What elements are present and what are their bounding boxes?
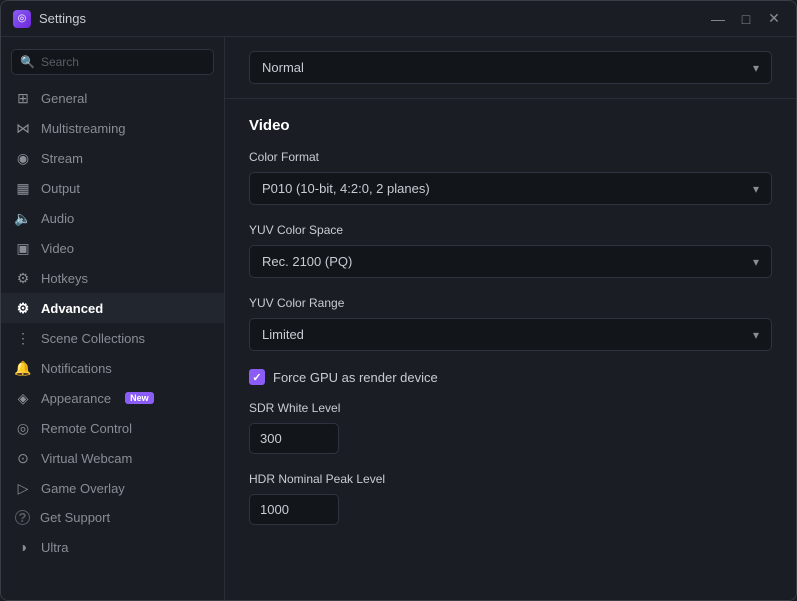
appearance-badge: New (125, 392, 154, 404)
section-title: Video (249, 117, 772, 134)
yuv-color-range-chevron: ▾ (753, 328, 759, 342)
window-controls: — □ ✕ (708, 9, 784, 29)
hotkeys-icon: ⚙ (15, 270, 31, 286)
sidebar-item-game-overlay[interactable]: ▷ Game Overlay (1, 473, 224, 503)
sidebar-item-ultra[interactable]: ◑ Ultra (1, 532, 224, 562)
titlebar: ◎ Settings — □ ✕ (1, 1, 796, 37)
video-section: Video Color Format P010 (10-bit, 4:2:0, … (225, 99, 796, 561)
close-button[interactable]: ✕ (764, 9, 784, 29)
sdr-white-level-group: SDR White Level (249, 401, 772, 454)
force-gpu-label: Force GPU as render device (273, 370, 438, 385)
virtual-webcam-icon: ⊙ (15, 450, 31, 466)
yuv-color-space-value: Rec. 2100 (PQ) (262, 254, 352, 269)
color-format-chevron: ▾ (753, 182, 759, 196)
yuv-color-space-dropdown[interactable]: Rec. 2100 (PQ) ▾ (249, 245, 772, 278)
color-format-dropdown[interactable]: P010 (10-bit, 4:2:0, 2 planes) ▾ (249, 172, 772, 205)
sidebar-item-stream[interactable]: ◉ Stream (1, 143, 224, 173)
hdr-nominal-peak-input[interactable] (249, 494, 339, 525)
color-format-group: Color Format P010 (10-bit, 4:2:0, 2 plan… (249, 150, 772, 205)
yuv-color-space-chevron: ▾ (753, 255, 759, 269)
general-icon: ⊞ (15, 90, 31, 106)
advanced-icon: ⚙ (15, 300, 31, 316)
force-gpu-row: ✓ Force GPU as render device (249, 369, 772, 385)
sidebar-label-stream: Stream (41, 151, 83, 166)
sidebar-item-remote-control[interactable]: ◎ Remote Control (1, 413, 224, 443)
yuv-color-space-group: YUV Color Space Rec. 2100 (PQ) ▾ (249, 223, 772, 278)
sidebar-item-hotkeys[interactable]: ⚙ Hotkeys (1, 263, 224, 293)
sdr-white-level-label: SDR White Level (249, 401, 772, 415)
sidebar-label-multistreaming: Multistreaming (41, 121, 126, 136)
color-format-label: Color Format (249, 150, 772, 164)
sidebar-label-notifications: Notifications (41, 361, 112, 376)
sdr-white-level-input[interactable] (249, 423, 339, 454)
checkbox-check-icon: ✓ (252, 371, 261, 384)
sidebar-label-appearance: Appearance (41, 391, 111, 406)
audio-icon: 🔈 (15, 210, 31, 226)
top-dropdown-row: Normal ▾ (225, 37, 796, 99)
sidebar-label-game-overlay: Game Overlay (41, 481, 125, 496)
sidebar-label-ultra: Ultra (41, 540, 68, 555)
window-title: Settings (39, 11, 86, 26)
multistreaming-icon: ⋈ (15, 120, 31, 136)
sidebar-label-remote-control: Remote Control (41, 421, 132, 436)
sidebar-item-get-support[interactable]: ? Get Support (1, 503, 224, 532)
app-icon: ◎ (13, 10, 31, 28)
yuv-color-space-label: YUV Color Space (249, 223, 772, 237)
yuv-color-range-group: YUV Color Range Limited ▾ (249, 296, 772, 351)
sidebar-item-appearance[interactable]: ◈ Appearance New (1, 383, 224, 413)
search-icon: 🔍 (20, 55, 35, 69)
appearance-icon: ◈ (15, 390, 31, 406)
notifications-icon: 🔔 (15, 360, 31, 376)
maximize-button[interactable]: □ (736, 9, 756, 29)
color-format-value: P010 (10-bit, 4:2:0, 2 planes) (262, 181, 430, 196)
sidebar-item-notifications[interactable]: 🔔 Notifications (1, 353, 224, 383)
sidebar-label-video: Video (41, 241, 74, 256)
hdr-nominal-peak-label: HDR Nominal Peak Level (249, 472, 772, 486)
sidebar-item-video[interactable]: ▣ Video (1, 233, 224, 263)
get-support-icon: ? (15, 510, 30, 525)
ultra-icon: ◑ (15, 539, 31, 555)
video-nav-icon: ▣ (15, 240, 31, 256)
sidebar-label-output: Output (41, 181, 80, 196)
yuv-color-range-dropdown[interactable]: Limited ▾ (249, 318, 772, 351)
sidebar-label-hotkeys: Hotkeys (41, 271, 88, 286)
remote-control-icon: ◎ (15, 420, 31, 436)
sidebar-label-get-support: Get Support (40, 510, 110, 525)
output-icon: ▦ (15, 180, 31, 196)
sidebar-item-general[interactable]: ⊞ General (1, 83, 224, 113)
main-content: Normal ▾ Video Color Format P010 (10-bit… (225, 37, 796, 600)
sidebar-item-scene-collections[interactable]: ⋮ Scene Collections (1, 323, 224, 353)
minimize-button[interactable]: — (708, 9, 728, 29)
sidebar-item-multistreaming[interactable]: ⋈ Multistreaming (1, 113, 224, 143)
top-dropdown-chevron: ▾ (753, 61, 759, 75)
hdr-nominal-peak-group: HDR Nominal Peak Level (249, 472, 772, 525)
yuv-color-range-value: Limited (262, 327, 304, 342)
sidebar-item-virtual-webcam[interactable]: ⊙ Virtual Webcam (1, 443, 224, 473)
sidebar-label-general: General (41, 91, 87, 106)
sidebar-label-virtual-webcam: Virtual Webcam (41, 451, 132, 466)
scene-collections-icon: ⋮ (15, 330, 31, 346)
sidebar-item-advanced[interactable]: ⚙ Advanced (1, 293, 224, 323)
sidebar-item-output[interactable]: ▦ Output (1, 173, 224, 203)
force-gpu-checkbox[interactable]: ✓ (249, 369, 265, 385)
settings-window: ◎ Settings — □ ✕ 🔍 ⊞ General ⋈ Multistre… (0, 0, 797, 601)
titlebar-left: ◎ Settings (13, 10, 86, 28)
search-input[interactable] (41, 55, 205, 69)
game-overlay-icon: ▷ (15, 480, 31, 496)
sidebar: 🔍 ⊞ General ⋈ Multistreaming ◉ Stream ▦ … (1, 37, 225, 600)
sidebar-label-audio: Audio (41, 211, 74, 226)
sidebar-label-advanced: Advanced (41, 301, 103, 316)
top-dropdown[interactable]: Normal ▾ (249, 51, 772, 84)
content-area: 🔍 ⊞ General ⋈ Multistreaming ◉ Stream ▦ … (1, 37, 796, 600)
sidebar-label-scene-collections: Scene Collections (41, 331, 145, 346)
sidebar-item-audio[interactable]: 🔈 Audio (1, 203, 224, 233)
yuv-color-range-label: YUV Color Range (249, 296, 772, 310)
stream-icon: ◉ (15, 150, 31, 166)
top-dropdown-value: Normal (262, 60, 304, 75)
search-box[interactable]: 🔍 (11, 49, 214, 75)
